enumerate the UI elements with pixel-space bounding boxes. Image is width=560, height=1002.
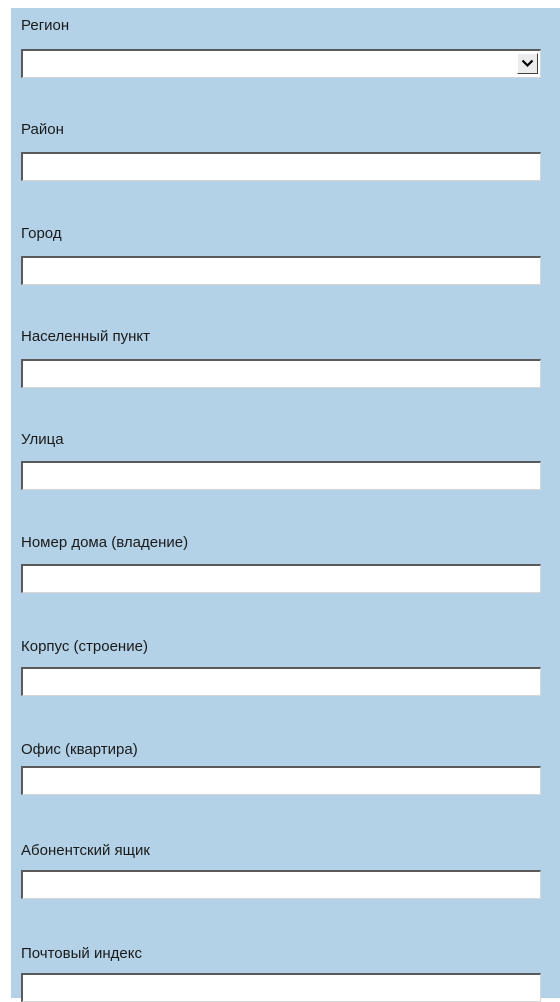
address-form: Регион Район Город Населенный пункт Улиц… (11, 8, 560, 1002)
street-input[interactable] (21, 461, 541, 490)
house-label: Номер дома (владение) (21, 534, 189, 551)
settlement-label: Населенный пункт (21, 328, 151, 345)
postal-code-label: Почтовый индекс (21, 945, 142, 962)
building-input[interactable] (21, 667, 541, 696)
district-label: Район (21, 121, 64, 138)
building-label: Корпус (строение) (21, 638, 148, 655)
city-label: Город (21, 225, 62, 242)
street-label: Улица (21, 431, 64, 448)
region-select[interactable] (21, 49, 541, 78)
region-label: Регион (21, 17, 70, 34)
chevron-down-icon (521, 59, 534, 68)
city-input[interactable] (21, 256, 541, 285)
region-dropdown-button[interactable] (517, 53, 538, 74)
po-box-label: Абонентский ящик (21, 842, 150, 859)
po-box-input[interactable] (21, 870, 541, 899)
office-label: Офис (квартира) (21, 741, 138, 758)
office-input[interactable] (21, 766, 541, 795)
house-input[interactable] (21, 564, 541, 593)
settlement-input[interactable] (21, 359, 541, 388)
district-input[interactable] (21, 152, 541, 181)
